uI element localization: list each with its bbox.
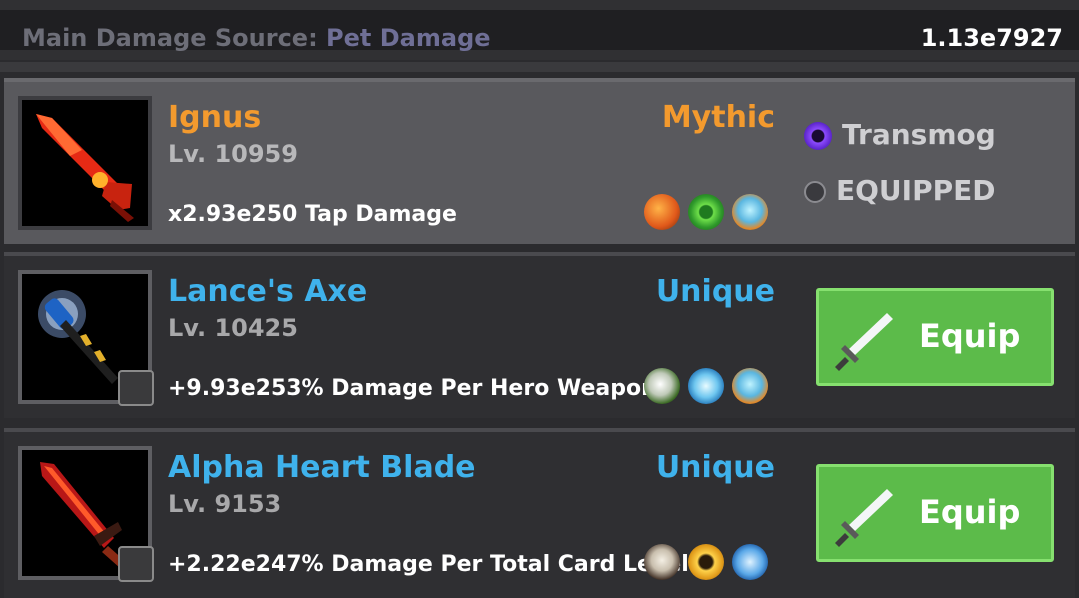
damage-source-strip: Main Damage Source: Pet Damage 1.13e7927 (0, 10, 1079, 52)
weapon-bonus: +9.93e253% Damage Per Hero Weapon (168, 376, 657, 401)
sword-icon (835, 489, 893, 547)
weapon-bonus: x2.93e250 Tap Damage (168, 202, 457, 227)
equip-label: Equip (919, 493, 1021, 531)
source-label-text: Main Damage Source: (22, 24, 318, 52)
equip-button[interactable]: Equip (816, 288, 1054, 386)
lock-icon[interactable] (118, 370, 154, 406)
damage-source-label: Main Damage Source: Pet Damage (22, 24, 491, 52)
weapon-row-lances-axe[interactable]: Lance's Axe Lv. 10425 Unique +9.93e253% … (4, 252, 1075, 418)
weapon-rarity: Mythic (661, 100, 775, 135)
transmog-option[interactable]: Transmog (804, 118, 996, 151)
header-divider (0, 62, 1079, 72)
source-value-text: Pet Damage (326, 24, 491, 52)
transmog-icon (804, 122, 832, 150)
weapon-level: Lv. 10425 (168, 314, 298, 342)
lock-icon[interactable] (118, 546, 154, 582)
weapon-row-alpha-heart-blade[interactable]: Alpha Heart Blade Lv. 9153 Unique +2.22e… (4, 428, 1075, 598)
scroll-icon[interactable] (732, 544, 768, 580)
shadow-warrior-icon[interactable] (644, 368, 680, 404)
weapon-rarity: Unique (655, 274, 775, 309)
beast-icon[interactable] (644, 544, 680, 580)
checkmark-icon (804, 181, 826, 203)
target-crosshair-icon[interactable] (688, 194, 724, 230)
total-damage: 1.13e7927 (920, 24, 1063, 52)
sword-icon (835, 313, 893, 371)
weapon-level: Lv. 10959 (168, 140, 298, 168)
ice-shards-icon[interactable] (688, 368, 724, 404)
weapon-icon-ignus (18, 96, 152, 230)
equip-button[interactable]: Equip (816, 464, 1054, 562)
crystal-gem-icon[interactable] (732, 194, 768, 230)
weapon-name: Ignus (168, 100, 262, 135)
weapon-name: Alpha Heart Blade (168, 450, 476, 485)
weapon-row-ignus[interactable]: Ignus Lv. 10959 Mythic x2.93e250 Tap Dam… (4, 78, 1075, 244)
crystal-gem-icon[interactable] (732, 368, 768, 404)
weapon-bonus: +2.22e247% Damage Per Total Card Level (168, 552, 689, 577)
equip-label: Equip (919, 317, 1021, 355)
skill-icons (644, 368, 768, 406)
weapon-name: Lance's Axe (168, 274, 368, 309)
equipped-label: EQUIPPED (836, 174, 996, 207)
skill-icons (644, 194, 768, 232)
skill-icons (644, 544, 768, 582)
weapon-level: Lv. 9153 (168, 490, 282, 518)
equipped-status: EQUIPPED (804, 174, 996, 207)
golden-slash-icon[interactable] (688, 544, 724, 580)
flame-sword-icon (36, 114, 134, 222)
sword-burst-icon[interactable] (644, 194, 680, 230)
weapon-rarity: Unique (655, 450, 775, 485)
top-bar: Main Damage Source: Pet Damage 1.13e7927 (0, 0, 1079, 60)
transmog-label: Transmog (842, 118, 996, 151)
